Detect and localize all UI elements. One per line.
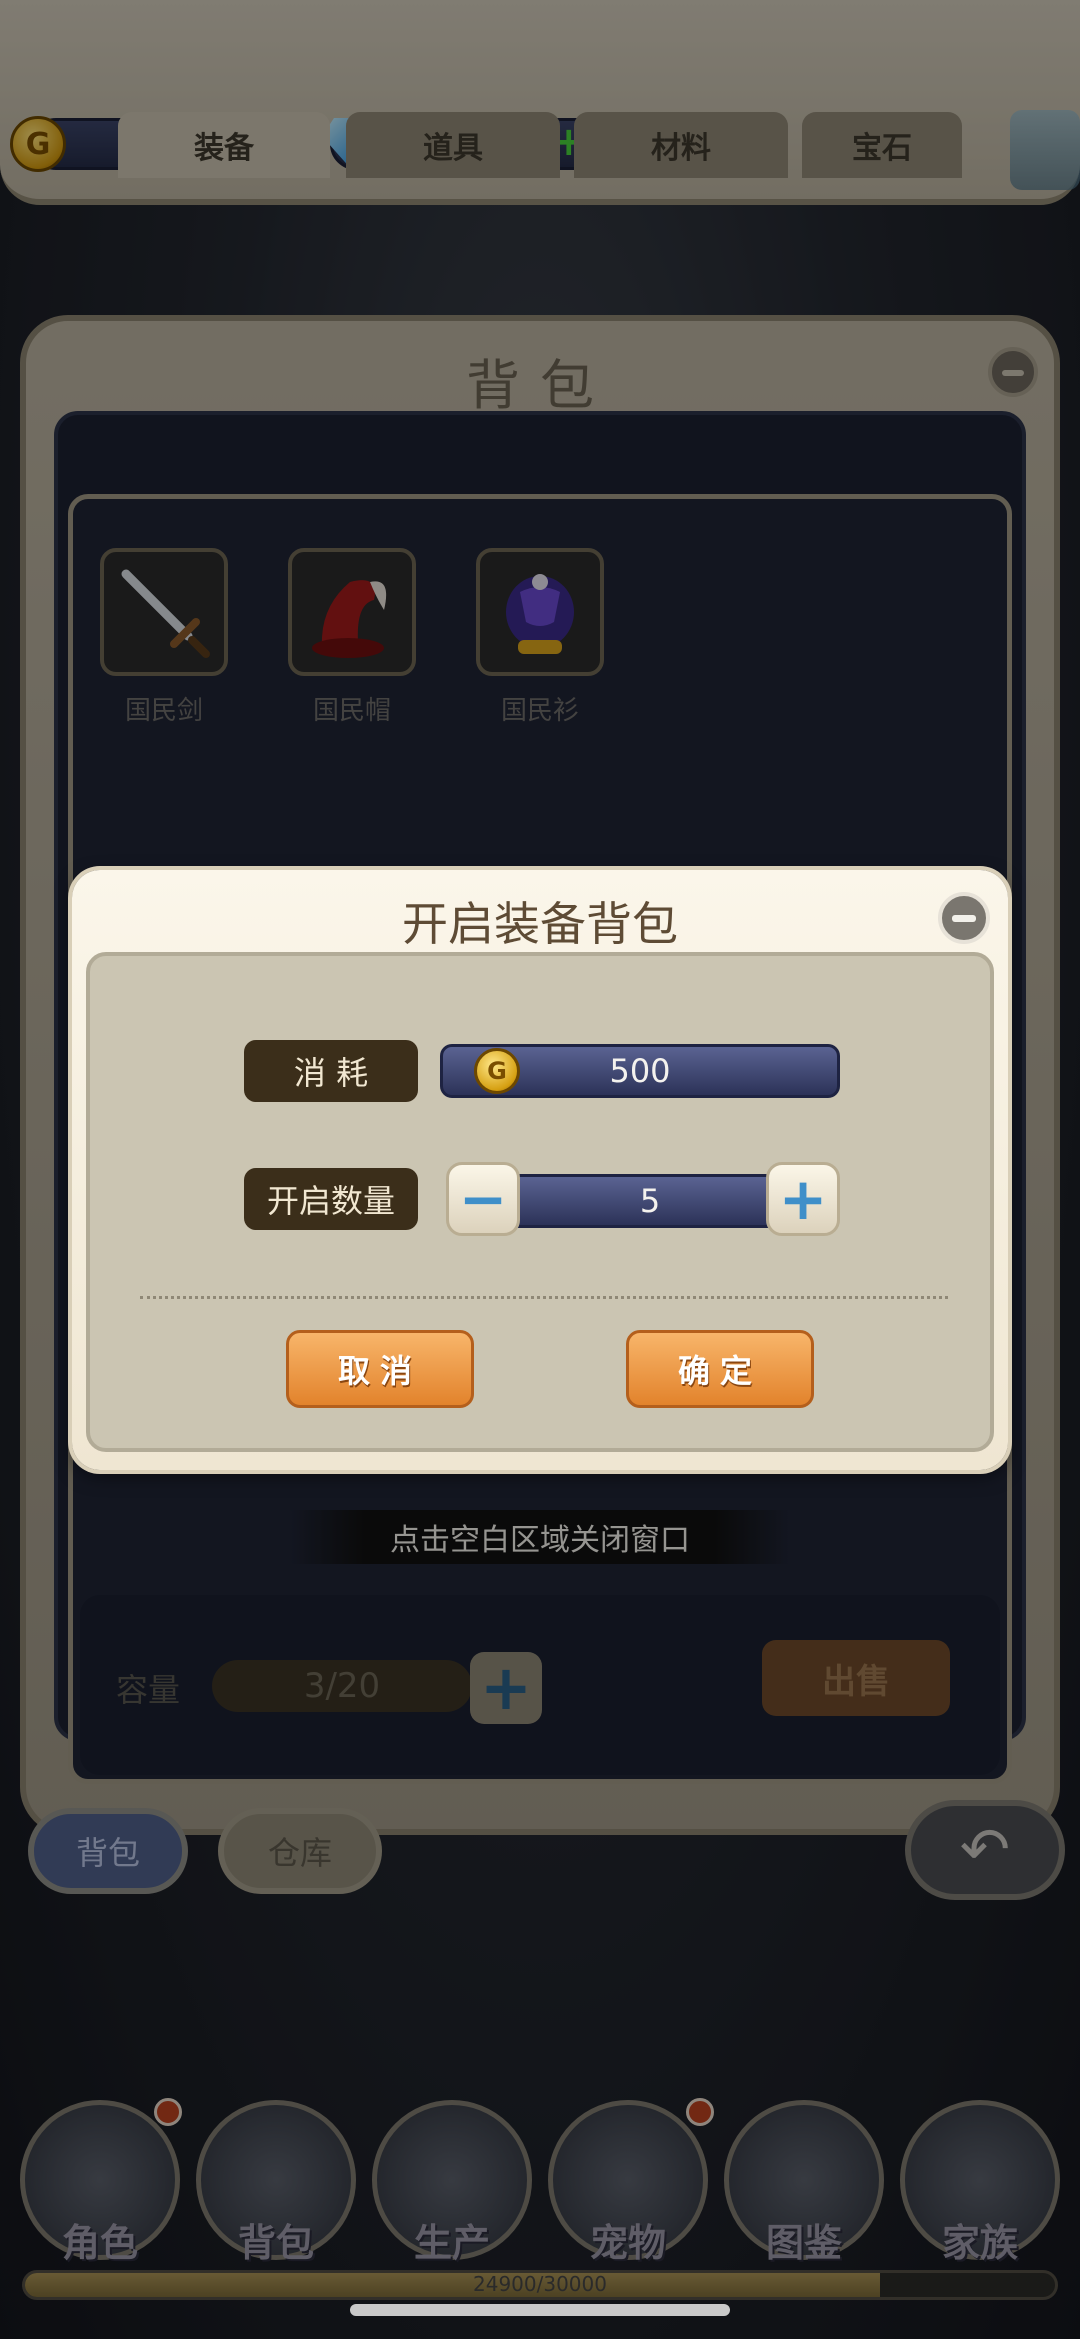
modal-close-minus-icon[interactable] xyxy=(938,892,990,944)
confirm-button[interactable]: 确定 xyxy=(626,1330,814,1408)
cost-label: 消 耗 xyxy=(244,1040,418,1102)
home-indicator[interactable] xyxy=(350,2304,730,2316)
gold-coin-icon: G xyxy=(474,1048,520,1094)
modal-divider xyxy=(140,1296,948,1299)
increase-plus-icon[interactable]: + xyxy=(766,1162,840,1236)
open-count-value: 5 xyxy=(500,1174,800,1228)
game-screen: 6192 G 0 + 背包 装备 道具 材料 宝石 国民剑 国民帽 xyxy=(0,0,1080,2339)
cancel-button[interactable]: 取消 xyxy=(286,1330,474,1408)
open-count-label: 开启数量 xyxy=(244,1168,418,1230)
open-bag-modal: 开启装备背包 xyxy=(72,870,1008,1470)
decrease-minus-icon[interactable]: − xyxy=(446,1162,520,1236)
modal-title: 开启装备背包 xyxy=(402,897,678,951)
